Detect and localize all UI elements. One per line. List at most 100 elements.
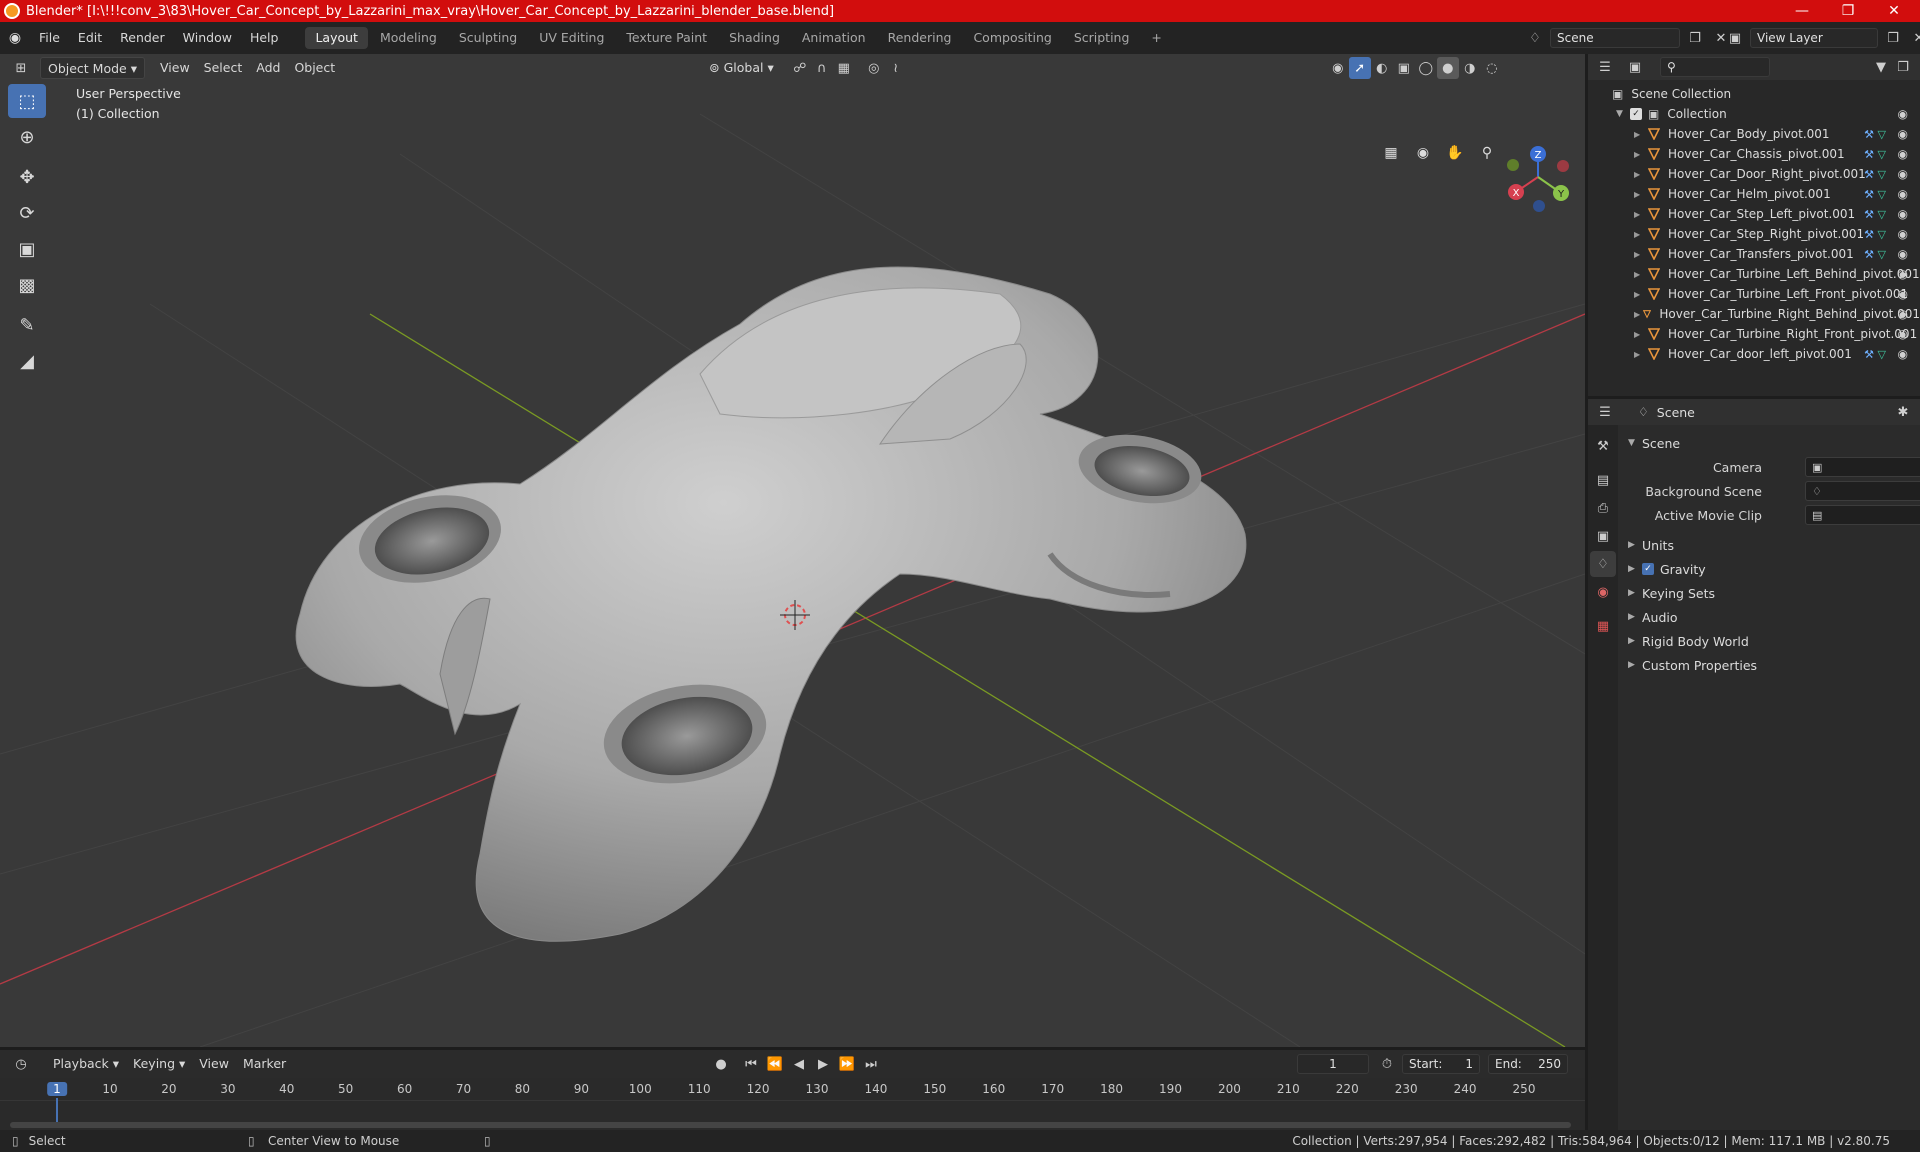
modifier-wrench-icon[interactable]: ⚒ ▽ [1864, 208, 1886, 221]
measure-tool[interactable]: ◢ [8, 344, 46, 378]
tab-compositing[interactable]: Compositing [963, 27, 1061, 49]
output-tab-icon[interactable]: ⎙ [1590, 495, 1616, 521]
next-keyframe-icon[interactable]: ⏩ [836, 1053, 858, 1075]
end-frame-field[interactable]: End: 250 [1488, 1054, 1568, 1074]
eye-icon[interactable]: ◉ [1898, 147, 1908, 161]
orientation-dropdown[interactable]: ⊚ Global ▾ [702, 57, 781, 79]
object-expand-icon[interactable]: ▶ [1634, 190, 1648, 199]
background-scene-field[interactable]: ♢ [1805, 481, 1920, 501]
outliner-object-row[interactable]: ▶ Hover_Car_Chassis_pivot.001 ⚒ ▽ ◉ [1588, 144, 1920, 164]
pin-icon[interactable]: ✱ [1892, 401, 1914, 423]
tab-rendering[interactable]: Rendering [878, 27, 962, 49]
select-box-tool[interactable]: ⬚ [8, 84, 46, 118]
timeline-editor-type-icon[interactable]: ◷ [10, 1053, 32, 1075]
gizmo-toggle-icon[interactable]: ➚ [1348, 57, 1371, 79]
zoom-icon[interactable]: ⚲ [1474, 140, 1500, 166]
tab-shading[interactable]: Shading [719, 27, 790, 49]
play-icon[interactable]: ▶ [812, 1053, 834, 1075]
3d-viewport[interactable]: Z X Y ⊞ Object Mode ▾ View Select Add Ob… [0, 54, 1585, 1047]
outliner-object-row[interactable]: ▶ Hover_Car_Step_Left_pivot.001 ⚒ ▽ ◉ [1588, 204, 1920, 224]
timeline-menu-view[interactable]: View [192, 1053, 236, 1075]
eye-icon[interactable]: ◉ [1898, 227, 1908, 241]
tab-sculpting[interactable]: Sculpting [449, 27, 527, 49]
outliner-object-row[interactable]: ▶ Hover_Car_Turbine_Left_Front_pivot.001 ◉ [1588, 284, 1920, 304]
collection-checkbox[interactable]: ✓ [1630, 108, 1642, 120]
xray-icon[interactable]: ▣ [1393, 57, 1415, 79]
collection-row[interactable]: ▼ ✓ ▣ Collection ◉ [1588, 104, 1920, 124]
units-panel-header[interactable]: ▶ Units [1620, 533, 1920, 557]
camera-view-icon[interactable]: ◉ [1410, 140, 1436, 166]
gravity-checkbox[interactable]: ✓ [1642, 563, 1654, 575]
object-expand-icon[interactable]: ▶ [1634, 330, 1648, 339]
outliner-object-row[interactable]: ▶ Hover_Car_Door_Right_pivot.001 ⚒ ▽ ◉ [1588, 164, 1920, 184]
timeline-menu-marker[interactable]: Marker [236, 1053, 293, 1075]
collection-expand-icon[interactable]: ▼ [1616, 109, 1630, 119]
viewport-menu-add[interactable]: Add [249, 57, 287, 79]
solid-shading-icon[interactable]: ● [1436, 57, 1459, 79]
tab-animation[interactable]: Animation [792, 27, 876, 49]
eye-icon[interactable]: ◉ [1898, 267, 1908, 281]
minimize-icon[interactable]: — [1780, 0, 1824, 22]
jump-end-icon[interactable]: ⏭ [860, 1053, 882, 1075]
eye-icon[interactable]: ◉ [1898, 167, 1908, 181]
object-mode-dropdown[interactable]: Object Mode ▾ [40, 57, 145, 79]
editor-type-icon[interactable]: ⊞ [10, 57, 32, 79]
outliner-object-row[interactable]: ▶ Hover_Car_Turbine_Right_Front_pivot.001… [1588, 324, 1920, 344]
filter-icon[interactable]: ▼ [1870, 56, 1892, 78]
wireframe-shading-icon[interactable]: ◯ [1415, 57, 1437, 79]
object-expand-icon[interactable]: ▶ [1634, 210, 1648, 219]
modifier-wrench-icon[interactable]: ⚒ ▽ [1864, 248, 1886, 261]
eye-icon[interactable]: ◉ [1898, 127, 1908, 141]
timeline-menu-keying[interactable]: Keying ▾ [126, 1053, 192, 1075]
outliner-object-row[interactable]: ▶ Hover_Car_Helm_pivot.001 ⚒ ▽ ◉ [1588, 184, 1920, 204]
display-mode-icon[interactable]: ▣ [1624, 56, 1646, 78]
modifier-wrench-icon[interactable]: ⚒ ▽ [1864, 228, 1886, 241]
menu-window[interactable]: Window [174, 22, 241, 54]
eye-icon[interactable]: ◉ [1898, 287, 1908, 301]
tool-tab-icon[interactable]: ⚒ [1590, 433, 1616, 459]
world-tab-icon[interactable]: ◉ [1590, 579, 1616, 605]
stopwatch-icon[interactable]: ⏱ [1376, 1053, 1398, 1075]
current-frame-field[interactable]: 1 [1297, 1054, 1369, 1074]
tab-layout[interactable]: Layout [305, 27, 368, 49]
new-scene-icon[interactable]: ❐ [1684, 27, 1706, 49]
timeline-area[interactable]: 1 10 20 30 40 50 60 70 80 90 100 110 120 130 140 150 160… [0, 1078, 1585, 1130]
cursor-tool[interactable]: ⊕ [8, 120, 46, 154]
tab-scripting[interactable]: Scripting [1064, 27, 1140, 49]
object-expand-icon[interactable]: ▶ [1634, 230, 1648, 239]
jump-start-icon[interactable]: ⏮ [740, 1053, 762, 1075]
falloff-icon[interactable]: ≀ [885, 57, 907, 79]
outliner-object-row[interactable]: ▶ Hover_Car_door_left_pivot.001 ⚒ ▽ ◉ [1588, 344, 1920, 364]
record-icon[interactable]: ● [710, 1053, 732, 1075]
modifier-wrench-icon[interactable]: ⚒ ▽ [1864, 188, 1886, 201]
outliner-object-row[interactable]: ▶ Hover_Car_Step_Right_pivot.001 ⚒ ▽ ◉ [1588, 224, 1920, 244]
add-workspace-button[interactable]: + [1141, 27, 1171, 49]
eye-icon[interactable]: ◉ [1898, 107, 1908, 121]
modifier-wrench-icon[interactable]: ⚒ ▽ [1864, 168, 1886, 181]
outliner-object-row[interactable]: ▶ Hover_Car_Turbine_Right_Behind_pivot.00… [1588, 304, 1920, 324]
object-expand-icon[interactable]: ▶ [1634, 130, 1648, 139]
render-tab-icon[interactable]: ▤ [1590, 467, 1616, 493]
eye-icon[interactable]: ◉ [1898, 347, 1908, 361]
scene-name-field[interactable]: Scene [1550, 28, 1680, 48]
camera-field[interactable]: ▣✎ [1805, 457, 1920, 477]
snap-target-icon[interactable]: ▦ [833, 57, 855, 79]
object-expand-icon[interactable]: ▶ [1634, 310, 1643, 319]
active-movie-clip-field[interactable]: ▤ [1805, 505, 1920, 525]
blender-menu-icon[interactable]: ◉ [0, 30, 30, 46]
view-layer-name-field[interactable]: View Layer [1750, 28, 1878, 48]
keying-sets-panel-header[interactable]: ▶ Keying Sets [1620, 581, 1920, 605]
outliner-object-row[interactable]: ▶ Hover_Car_Turbine_Left_Behind_pivot.001… [1588, 264, 1920, 284]
new-view-layer-icon[interactable]: ❐ [1882, 27, 1904, 49]
viewport-menu-object[interactable]: Object [287, 57, 342, 79]
rotate-tool[interactable]: ⟳ [8, 196, 46, 230]
close-icon[interactable]: ✕ [1872, 0, 1916, 22]
audio-panel-header[interactable]: ▶ Audio [1620, 605, 1920, 629]
rigid-body-world-panel-header[interactable]: ▶ Rigid Body World [1620, 629, 1920, 653]
annotate-tool[interactable]: ✎ [8, 308, 46, 342]
snap-icon[interactable]: ∩ [811, 57, 833, 79]
visibility-icon[interactable]: ◉ [1327, 57, 1349, 79]
menu-file[interactable]: File [30, 22, 69, 54]
object-expand-icon[interactable]: ▶ [1634, 290, 1648, 299]
play-reverse-icon[interactable]: ◀ [788, 1053, 810, 1075]
